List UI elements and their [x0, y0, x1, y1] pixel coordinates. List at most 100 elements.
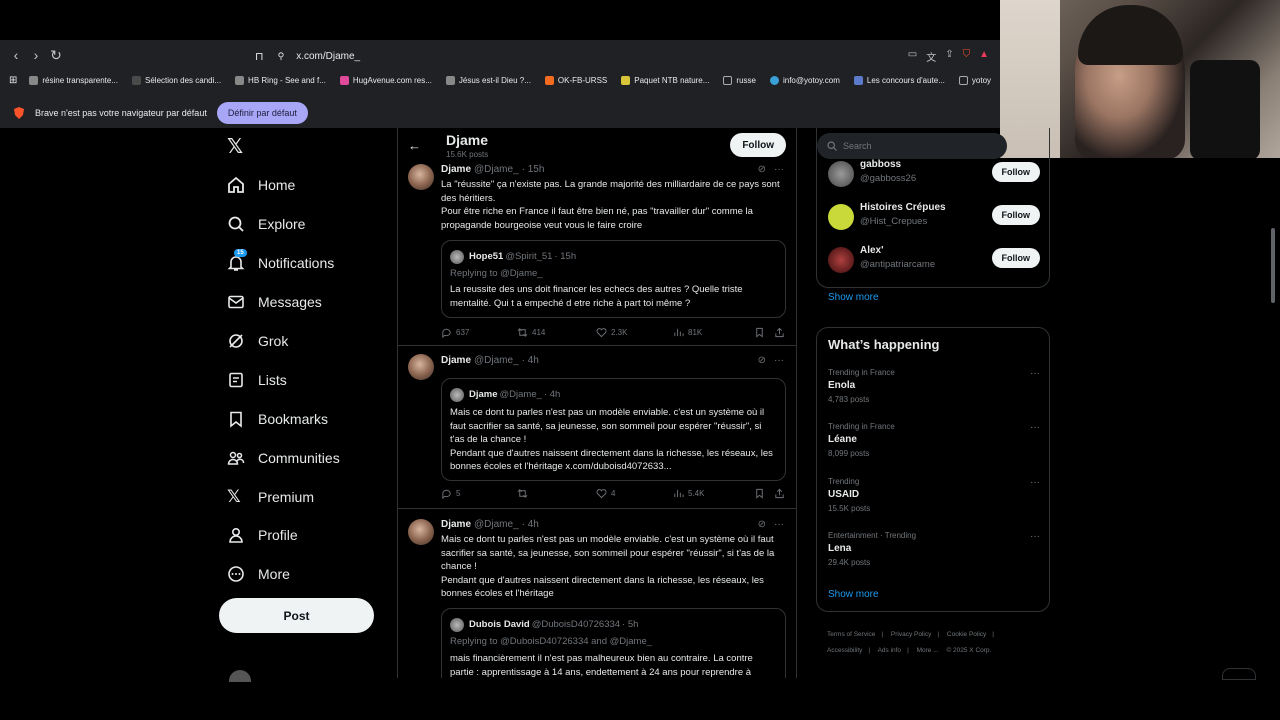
avatar[interactable] [408, 164, 434, 190]
messages-drawer-tab[interactable] [1222, 668, 1256, 680]
bookmark-folder[interactable]: yotoy [958, 75, 991, 85]
tweet[interactable]: Djame @Djame_ · 15h ⊘ ··· La "réussite" ça… [398, 164, 796, 346]
follow-button[interactable]: Follow [730, 133, 786, 157]
bookmark-item[interactable]: Paquet NTB nature... [621, 75, 709, 85]
grok-icon[interactable]: ⊘ [758, 519, 766, 530]
views-button[interactable]: 5.4K [673, 488, 704, 499]
bookmark-item[interactable]: résine transparente... [29, 75, 118, 85]
follow-button[interactable]: Follow [991, 162, 1040, 182]
repost-button[interactable]: 414 [517, 327, 545, 338]
sidebar-item-messages[interactable]: Messages [227, 283, 322, 321]
author-name[interactable]: Djame [441, 164, 471, 175]
back-arrow-icon[interactable]: ← [408, 138, 421, 153]
bookmark-item[interactable]: Sélection des candi... [132, 75, 221, 85]
quoted-tweet[interactable]: Hope51 @Spirit_51 · 15h Replying to @Djame… [441, 240, 786, 318]
author-name[interactable]: Djame [441, 519, 471, 530]
sidebar-item-home[interactable]: Home [227, 166, 295, 204]
share-button[interactable] [774, 488, 785, 499]
quoted-tweet[interactable]: Dubois David @DuboisD40726334 · 5h Replyin… [441, 608, 786, 678]
trend-item[interactable]: Trending USAID 15.5K posts ··· [828, 477, 1040, 517]
trend-item[interactable]: Trending in France Léane 8,099 posts ··· [828, 422, 1040, 462]
footer-link-accessibility[interactable]: Accessibility [827, 647, 862, 654]
apps-grid-icon[interactable]: ⊞ [9, 75, 17, 86]
translate-icon[interactable]: 文 [926, 49, 936, 64]
follow-button[interactable]: Follow [991, 248, 1040, 268]
share-button[interactable] [774, 327, 785, 338]
more-icon[interactable]: ··· [1030, 368, 1040, 379]
sidebar-item-notifications[interactable]: 15 Notifications [227, 244, 334, 282]
like-button[interactable]: 2.3K [596, 327, 627, 338]
reply-button[interactable]: 637 [441, 327, 469, 338]
footer-link-cookies[interactable]: Cookie Policy [947, 631, 986, 638]
avatar[interactable] [828, 204, 854, 230]
sidebar-item-lists[interactable]: Lists [227, 361, 287, 399]
footer-link-privacy[interactable]: Privacy Policy [891, 631, 931, 638]
grok-icon[interactable]: ⊘ [758, 164, 766, 175]
sidebar-item-explore[interactable]: Explore [227, 205, 305, 243]
footer-link-more[interactable]: More ... [917, 647, 939, 654]
avatar[interactable] [828, 247, 854, 273]
brave-shield-icon[interactable]: ⛉ [963, 49, 971, 64]
x-logo-icon[interactable]: 𝕏 [227, 137, 247, 157]
author-handle[interactable]: @Djame_ [474, 164, 519, 175]
bookmark-item[interactable]: HugAvenue.com res... [339, 75, 432, 85]
quoted-tweet[interactable]: Djame @Djame_ · 4h Mais ce dont tu parles … [441, 378, 786, 481]
follow-button[interactable]: Follow [991, 205, 1040, 225]
trend-item[interactable]: Entertainment · Trending Lena 29.4K post… [828, 531, 1040, 571]
tweet-time[interactable]: · 4h [522, 519, 539, 530]
more-icon[interactable]: ··· [774, 164, 784, 175]
follow-suggestion[interactable]: Alex' @antipatriarcame Follow [828, 245, 1040, 275]
sidebar-item-bookmarks[interactable]: Bookmarks [227, 400, 328, 438]
address-bar[interactable]: ⊓ ⚲ x.com/Djame_ ▭ 文 ⇪ ⛉ ▲ [255, 45, 995, 67]
sidebar-item-premium[interactable]: 𝕏 Premium [227, 478, 314, 516]
more-icon[interactable]: ··· [1030, 422, 1040, 433]
bookmark-item[interactable]: OK-FB-URSS [544, 75, 607, 85]
follow-suggestion[interactable]: gabboss @gabboss26 Follow [828, 159, 1040, 189]
sidebar-item-profile[interactable]: Profile [227, 516, 298, 554]
reply-button[interactable]: 5 [441, 488, 460, 499]
footer-link-terms[interactable]: Terms of Service [827, 631, 875, 638]
bookmark-item[interactable]: Jésus est-il Dieu ?... [445, 75, 531, 85]
grok-icon[interactable]: ⊘ [758, 355, 766, 366]
footer-link-ads-info[interactable]: Ads info [878, 647, 902, 654]
bookmark-item[interactable]: HB Ring - See and f... [235, 75, 326, 85]
scrollbar-thumb[interactable] [1271, 228, 1275, 303]
bookmark-icon[interactable]: ⊓ [255, 50, 264, 63]
bookmark-button[interactable] [754, 327, 765, 338]
like-button[interactable]: 4 [596, 488, 615, 499]
author-handle[interactable]: @Djame_ [474, 519, 519, 530]
set-default-button[interactable]: Définir par défaut [216, 102, 308, 124]
account-switcher[interactable] [229, 670, 379, 682]
tweet[interactable]: Djame @Djame_ · 4h ⊘ ··· Djame @Djame_ · 4h … [398, 346, 796, 509]
share-icon[interactable]: ⇪ [945, 49, 953, 64]
back-button[interactable]: ‹ [6, 45, 26, 65]
site-info-icon[interactable]: ⚲ [278, 51, 285, 62]
more-icon[interactable]: ··· [774, 519, 784, 530]
forward-button[interactable]: › [26, 45, 46, 65]
reload-icon[interactable]: ↻ [46, 45, 66, 65]
post-button[interactable]: Post [219, 598, 374, 633]
more-icon[interactable]: ··· [1030, 531, 1040, 542]
tweet-time[interactable]: · 15h [522, 164, 545, 175]
more-icon[interactable]: ··· [1030, 477, 1040, 488]
tweet[interactable]: Djame @Djame_ · 4h ⊘ ··· Mais ce dont tu p… [398, 509, 796, 678]
author-name[interactable]: Djame [441, 355, 471, 366]
show-more-link[interactable]: Show more [828, 589, 879, 600]
follow-suggestion[interactable]: Histoires Crépues @Hist_Crepues Follow [828, 202, 1040, 232]
author-handle[interactable]: @Djame_ [474, 355, 519, 366]
views-button[interactable]: 81K [673, 327, 702, 338]
sidebar-item-grok[interactable]: Grok [227, 322, 288, 360]
page-scrollbar[interactable] [1269, 158, 1277, 678]
bookmark-button[interactable] [754, 488, 765, 499]
repost-button[interactable] [517, 488, 532, 499]
avatar[interactable] [828, 161, 854, 187]
bookmark-item[interactable]: info@yotoy.com [769, 75, 840, 85]
install-icon[interactable]: ▭ [908, 49, 917, 64]
show-more-link[interactable]: Show more [828, 292, 879, 303]
bookmark-item[interactable]: Les concours d'aute... [853, 75, 945, 85]
trend-item[interactable]: Trending in France Enola 4,783 posts ··· [828, 368, 1040, 408]
sidebar-item-communities[interactable]: Communities [227, 439, 340, 477]
avatar[interactable] [408, 519, 434, 545]
avatar[interactable] [408, 354, 434, 380]
sidebar-item-more[interactable]: More [227, 555, 290, 593]
